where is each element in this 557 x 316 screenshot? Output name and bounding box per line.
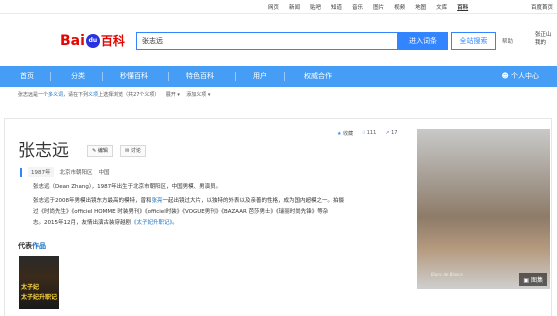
edit-button[interactable]: ✎ 编辑: [87, 145, 113, 157]
meta-accent-bar: [20, 167, 22, 177]
nav-users[interactable]: 用户: [253, 66, 267, 87]
nav-category[interactable]: 分类: [71, 66, 85, 87]
user-my: 我的: [535, 40, 547, 46]
site-search-button[interactable]: 全站搜索: [451, 32, 496, 50]
logo-bai-text: Bai: [60, 32, 85, 49]
edit-label: 编辑: [97, 148, 108, 154]
polysemy-link[interactable]: 多义词: [48, 92, 63, 98]
entry-photo[interactable]: Blanc de Blancs ▣ 图集: [417, 129, 550, 289]
star-icon: ★: [337, 131, 342, 137]
summary-paragraph: 过《时尚先生》《officiel HOMME 时装男刊》《officiel时装》…: [33, 209, 329, 215]
add-sense-label: 添加义项: [186, 92, 207, 98]
enter-entry-button[interactable]: 进入词条: [398, 32, 448, 50]
help-link[interactable]: 帮助: [502, 37, 513, 45]
chevron-down-icon: ▾: [177, 92, 180, 98]
top-link-baike[interactable]: 百科: [457, 3, 468, 11]
top-link-web[interactable]: 网页: [268, 3, 279, 11]
representative-works-heading: 代表作品: [18, 241, 46, 251]
discuss-label: 讨论: [130, 148, 141, 154]
collect-button[interactable]: ★ 收藏: [337, 130, 353, 137]
image-icon: ▣: [523, 277, 530, 284]
works-link[interactable]: 作品: [32, 242, 46, 250]
top-link-zhidao[interactable]: 知道: [331, 3, 342, 11]
meta-country: 中国: [98, 170, 110, 176]
top-link-images[interactable]: 图片: [373, 3, 384, 11]
expand-label: 展开: [165, 92, 176, 98]
meta-place: 北京市朝阳区: [59, 170, 93, 176]
search-input[interactable]: 张志远: [136, 32, 398, 50]
rep-label: 代表: [18, 242, 32, 250]
top-link-video[interactable]: 视频: [394, 3, 405, 11]
nav-divider: [284, 72, 285, 81]
paw-icon: du: [85, 33, 100, 48]
user-icon: ☻: [501, 72, 509, 80]
poster-caption: 太子妃: [21, 284, 40, 291]
personal-center[interactable]: ☻ 个人中心: [501, 66, 539, 87]
share-icon: ↗: [385, 130, 390, 136]
baidu-home-link[interactable]: 百度首页: [531, 3, 553, 11]
collect-label: 收藏: [343, 131, 354, 137]
drama-link[interactable]: 《太子妃升职记》: [131, 220, 172, 226]
top-link-music[interactable]: 音乐: [352, 3, 363, 11]
gallery-button[interactable]: ▣ 图集: [519, 273, 547, 286]
chevron-down-icon: ▾: [207, 92, 211, 98]
nav-divider: [235, 72, 236, 81]
pencil-icon: ✎: [92, 148, 97, 154]
polysemy-text: ，请在下列: [63, 92, 89, 98]
summary-paragraph: 志。2015年12月，友情出演古装穿越剧《太子妃升职记》。: [33, 219, 405, 228]
entry-card: 张志远 ✎ 编辑 ✉ 讨论 ★ 收藏 ☝ 111 ↗ 17 1987年 北京市朝…: [4, 118, 552, 316]
add-sense-link[interactable]: 添加义项 ▾: [186, 92, 210, 98]
photo-watermark: Blanc de Blancs: [431, 272, 463, 277]
summary-text: 志。2015年12月，友情出演古装穿越剧: [33, 220, 131, 226]
share-count: 17: [391, 130, 398, 136]
top-link-news[interactable]: 新闻: [289, 3, 300, 11]
polysemy-text: 张志远是一个: [18, 92, 49, 98]
top-navigation: 网页 新闻 贴吧 知道 音乐 图片 视频 地图 文库 百科 百度首页: [0, 0, 557, 14]
logo-baike-text: 百科: [100, 34, 125, 48]
entry-title: 张志远: [18, 141, 69, 161]
nav-featured[interactable]: 特色百科: [186, 66, 214, 87]
meta-year: 1987年: [28, 167, 54, 177]
summary-paragraph: 张志远（Dean Zhang），1987年出生于北京市朝阳区，中国男模、男演员。: [33, 184, 222, 190]
entry-meta: 1987年 北京市朝阳区 中国: [20, 167, 110, 177]
senses-link[interactable]: 义项: [88, 92, 98, 98]
nav-divider: [50, 72, 51, 81]
top-links: 网页 新闻 贴吧 知道 音乐 图片 视频 地图 文库 百科: [268, 3, 468, 11]
nav-divider: [102, 72, 103, 81]
share-button[interactable]: ↗ 17: [385, 130, 397, 137]
expand-link[interactable]: 展开 ▾: [166, 92, 180, 98]
personal-center-label: 个人中心: [511, 72, 539, 80]
chat-icon: ✉: [125, 148, 130, 154]
user-menu[interactable]: 张正山 我的: [535, 31, 552, 47]
polysemy-text: 上选择浏览（共27个义项）: [98, 92, 160, 98]
header: Bai du 百科 张志远 进入词条 全站搜索 帮助 张正山 我的: [0, 14, 557, 66]
person-link[interactable]: 张亮: [152, 198, 163, 204]
nav-divider: [168, 72, 169, 81]
poster-caption: 太子妃升职记: [21, 294, 58, 301]
gallery-label: 图集: [530, 277, 543, 284]
like-button[interactable]: ☝ 111: [362, 130, 376, 137]
top-link-tieba[interactable]: 贴吧: [310, 3, 321, 11]
summary-text: 。: [172, 220, 178, 226]
summary-text: 张志远于2008年男模出镜东方最高的模特，曾和: [33, 198, 152, 204]
drama-poster-thumbnail[interactable]: 太子妃 太子妃升职记: [19, 256, 59, 309]
top-link-map[interactable]: 地图: [415, 3, 426, 11]
nav-home[interactable]: 首页: [20, 66, 34, 87]
entry-actions: ★ 收藏 ☝ 111 ↗ 17: [337, 130, 397, 137]
main-navigation: 首页 分类 秒懂百科 特色百科 用户 权威合作 ☻ 个人中心: [0, 66, 557, 87]
polysemy-notice: 张志远是一个多义词，请在下列义项上选择浏览（共27个义项） 展开 ▾ 添加义项 …: [18, 91, 538, 103]
baidu-baike-logo[interactable]: Bai du 百科: [60, 32, 125, 49]
nav-miaodong[interactable]: 秒懂百科: [120, 66, 148, 87]
top-link-wenku[interactable]: 文库: [436, 3, 447, 11]
discuss-button[interactable]: ✉ 讨论: [120, 145, 146, 157]
nav-partners[interactable]: 权威合作: [304, 66, 332, 87]
thumbs-up-icon: ☝: [362, 130, 366, 136]
summary-text: 一起出镜过大片，以独特的外表以及亲善的性格，成为国内超模之一。拍摄: [162, 198, 345, 204]
username: 张正山: [535, 32, 552, 38]
like-count: 111: [366, 130, 377, 136]
summary-paragraph: 张志远于2008年男模出镜东方最高的模特，曾和张亮一起出镜过大片，以独特的外表以…: [33, 197, 405, 206]
